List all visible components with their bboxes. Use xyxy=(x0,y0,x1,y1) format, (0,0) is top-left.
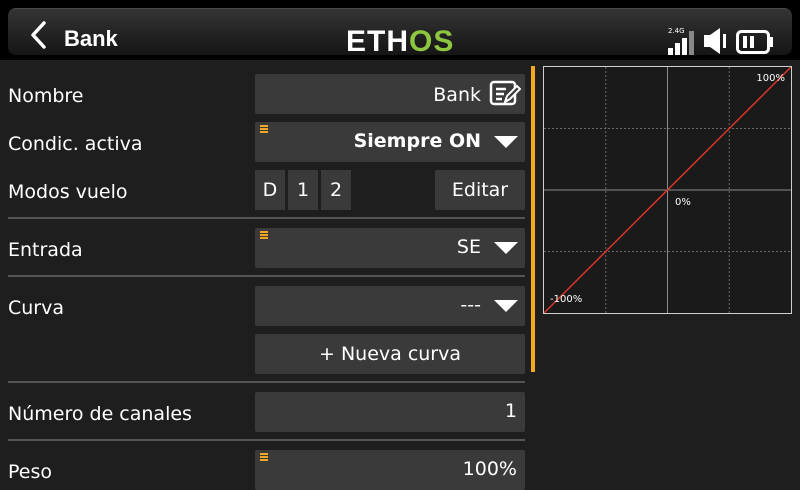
flight-mode-1-button[interactable]: 1 xyxy=(288,170,318,210)
status-area: 2.4G xyxy=(668,23,774,55)
rf-signal-icon: 2.4G xyxy=(668,27,694,55)
input-source-value: SE xyxy=(456,236,481,258)
flight-modes-label: Modos vuelo xyxy=(8,181,128,203)
name-label: Nombre xyxy=(8,85,84,107)
rf-band-label: 2.4G xyxy=(668,27,685,35)
dropdown-arrow-icon xyxy=(494,242,518,254)
title-bar: Bank ETHOS 2.4G xyxy=(8,8,792,58)
edit-icon xyxy=(489,80,521,106)
graph-min-label: -100% xyxy=(550,294,583,305)
channel-count-label: Número de canales xyxy=(8,403,192,425)
back-arrow-icon[interactable] xyxy=(28,21,50,49)
scrollbar[interactable] xyxy=(531,66,535,372)
graph-center-label: 0% xyxy=(675,197,691,208)
input-source-dropdown[interactable]: SE xyxy=(255,228,525,268)
active-condition-value: Siempre ON xyxy=(353,130,481,152)
dropdown-arrow-icon xyxy=(494,300,518,312)
curve-dropdown[interactable]: --- xyxy=(255,286,525,326)
active-condition-dropdown[interactable]: Siempre ON xyxy=(255,122,525,162)
input-label: Entrada xyxy=(8,239,83,261)
channel-count-field[interactable]: 1 xyxy=(255,392,525,432)
active-condition-label: Condic. activa xyxy=(8,133,143,155)
top-bar: Bank ETHOS 2.4G xyxy=(0,0,800,60)
option-marker-icon xyxy=(260,125,268,133)
flight-mode-d-button[interactable]: D xyxy=(255,170,285,210)
curve-label: Curva xyxy=(8,297,65,319)
new-curve-button[interactable]: + Nueva curva xyxy=(255,334,525,374)
separator xyxy=(8,275,525,277)
weight-value: 100% xyxy=(462,458,517,480)
option-marker-icon xyxy=(260,231,268,239)
edit-flight-modes-button[interactable]: Editar xyxy=(435,170,525,210)
channel-count-value: 1 xyxy=(504,400,517,422)
name-field[interactable]: Bank xyxy=(255,74,525,114)
weight-field[interactable]: 100% xyxy=(255,450,525,490)
ethos-logo: ETHOS xyxy=(346,25,455,58)
curve-value: --- xyxy=(460,294,481,316)
option-marker-icon xyxy=(260,453,268,461)
battery-icon xyxy=(736,30,773,54)
speaker-icon xyxy=(704,28,726,54)
separator xyxy=(8,439,525,441)
graph-max-label: 100% xyxy=(756,73,785,84)
separator xyxy=(8,381,525,383)
dropdown-arrow-icon xyxy=(494,136,518,148)
name-value: Bank xyxy=(433,84,481,106)
output-curve-graph: 100% 0% -100% xyxy=(543,66,792,314)
separator xyxy=(8,217,525,219)
page-title: Bank xyxy=(64,26,118,51)
flight-mode-2-button[interactable]: 2 xyxy=(321,170,351,210)
